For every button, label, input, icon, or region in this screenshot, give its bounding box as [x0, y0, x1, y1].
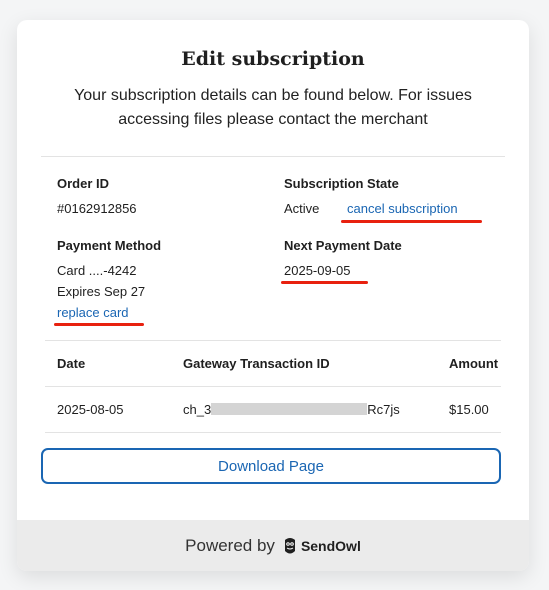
replace-card-highlight [54, 323, 144, 326]
transaction-id: ch_3 Rc7js [171, 386, 437, 433]
replace-card-link[interactable]: replace card [57, 305, 129, 320]
next-payment-label: Next Payment Date [284, 238, 402, 253]
page-title: Edit subscription [181, 48, 365, 70]
divider [41, 156, 505, 157]
transaction-id-suffix: Rc7js [367, 402, 400, 417]
transactions-table: Date Gateway Transaction ID Amount 2025-… [45, 340, 501, 433]
card-expiry-value: Expires Sep 27 [57, 284, 146, 299]
brand-name: SendOwl [300, 537, 361, 554]
download-page-button[interactable]: Download Page [41, 448, 501, 484]
powered-by-text: Powered by [185, 535, 275, 555]
brand-logo[interactable]: SendOwl [283, 537, 361, 555]
payment-method-label: Payment Method [57, 238, 162, 253]
transaction-amount: $15.00 [437, 386, 501, 433]
table-header-row: Date Gateway Transaction ID Amount [45, 340, 501, 387]
subscription-card: Edit subscription Your subscription deta… [17, 20, 529, 571]
column-header-transaction-id: Gateway Transaction ID [171, 340, 437, 387]
sendowl-owl-icon [284, 537, 295, 553]
next-payment-value: 2025-09-05 [284, 263, 351, 278]
footer: Powered by SendOwl [17, 520, 529, 571]
column-header-amount: Amount [437, 340, 501, 387]
page-subtitle: Your subscription details can be found b… [74, 87, 472, 128]
table-row: 2025-08-05 ch_3 Rc7js $15.00 [45, 386, 501, 433]
subscription-state-label: Subscription State [284, 176, 399, 191]
card-value: Card ....-4242 [57, 263, 137, 278]
subscription-state-value: Active [284, 201, 320, 216]
transaction-date: 2025-08-05 [45, 386, 171, 433]
cancel-subscription-highlight [341, 220, 482, 223]
column-header-date: Date [45, 340, 171, 387]
order-id-label: Order ID [57, 176, 110, 191]
cancel-subscription-link[interactable]: cancel subscription [347, 201, 458, 216]
transaction-id-prefix: ch_3 [183, 402, 212, 417]
redacted-block [211, 403, 368, 415]
order-id-value: #0162912856 [57, 201, 137, 216]
next-payment-highlight [281, 281, 368, 284]
